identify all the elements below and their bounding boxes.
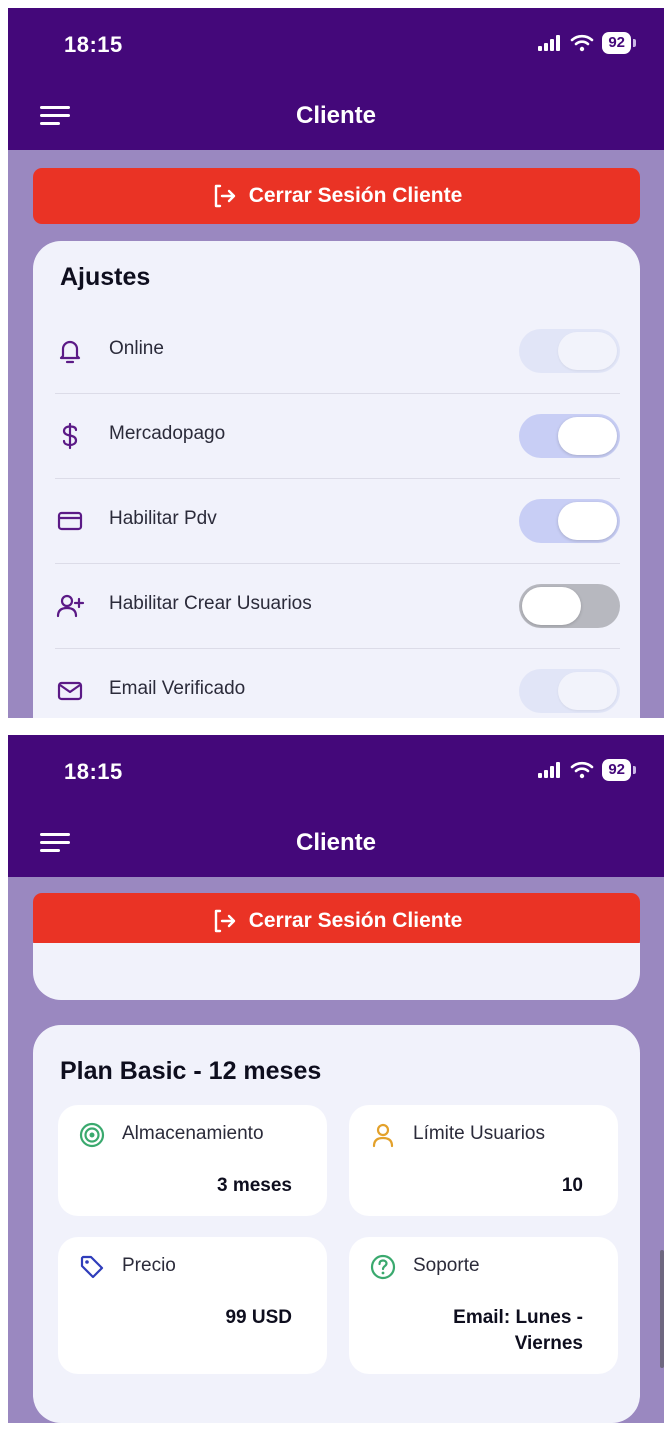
- tile-label: Soporte: [413, 1255, 480, 1276]
- tile-label: Límite Usuarios: [413, 1123, 545, 1144]
- setting-row-online: Online: [55, 309, 620, 394]
- toggle-knob: [558, 672, 617, 710]
- help-circle-icon: [370, 1254, 396, 1280]
- credit-card-icon: [57, 511, 83, 531]
- page-title: Cliente: [295, 102, 376, 129]
- logout-button[interactable]: Cerrar Sesión Cliente: [33, 168, 640, 224]
- settings-title: Ajustes: [60, 263, 151, 291]
- user-limit-tile: Límite Usuarios 10: [349, 1105, 618, 1216]
- toggle-knob: [522, 587, 581, 625]
- setting-row-email-verified: Email Verificado: [55, 649, 620, 718]
- setting-row-create-users: Habilitar Crear Usuarios: [55, 564, 620, 649]
- storage-tile: Almacenamiento 3 meses: [58, 1105, 327, 1216]
- dollar-icon: [62, 422, 78, 450]
- wifi-icon: [571, 761, 594, 779]
- status-time: 18:15: [64, 32, 123, 57]
- toggle-knob: [558, 417, 617, 455]
- logout-button[interactable]: Cerrar Sesión Cliente: [33, 893, 640, 949]
- tile-label: Precio: [122, 1255, 176, 1276]
- status-time: 18:15: [64, 759, 123, 784]
- battery-level: 92: [602, 32, 631, 54]
- online-toggle[interactable]: [519, 329, 620, 373]
- tile-value: 99 USD: [225, 1307, 292, 1328]
- tag-icon: [80, 1255, 104, 1279]
- page-title: Cliente: [295, 829, 376, 856]
- screen-plan: 18:15 92 Cliente Cerrar Sesión Cliente P…: [8, 735, 664, 1423]
- logout-icon: [214, 909, 235, 933]
- support-tile: Soporte Email: Lunes - Viernes: [349, 1237, 618, 1374]
- setting-row-pdv: Habilitar Pdv: [55, 479, 620, 564]
- mail-icon: [57, 681, 83, 701]
- status-icons: 92: [538, 32, 636, 54]
- price-tile: Precio 99 USD: [58, 1237, 327, 1374]
- battery-icon: [633, 766, 636, 774]
- pdv-toggle[interactable]: [519, 499, 620, 543]
- scroll-indicator[interactable]: [660, 1250, 664, 1368]
- logout-label: Cerrar Sesión Cliente: [248, 184, 463, 207]
- mercadopago-toggle[interactable]: [519, 414, 620, 458]
- wifi-icon: [571, 34, 594, 52]
- setting-label: Mercadopago: [109, 423, 226, 444]
- setting-label: Online: [109, 338, 164, 359]
- logout-icon: [214, 184, 235, 208]
- setting-label: Email Verificado: [109, 678, 246, 699]
- app-header: 18:15 92 Cliente: [8, 8, 664, 150]
- app-header: 18:15 92 Cliente: [8, 735, 664, 877]
- tile-label: Almacenamiento: [122, 1123, 264, 1144]
- toggle-knob: [558, 332, 617, 370]
- signal-icon: [538, 35, 561, 51]
- logout-label: Cerrar Sesión Cliente: [248, 909, 463, 932]
- battery-icon: [633, 39, 636, 47]
- user-icon: [372, 1123, 394, 1148]
- plan-title: Plan Basic - 12 meses: [60, 1057, 322, 1085]
- bell-icon: [59, 340, 81, 364]
- tile-value: Email: Lunes - Viernes: [453, 1307, 583, 1354]
- create-users-toggle[interactable]: [519, 584, 620, 628]
- previous-card-bottom: [33, 943, 640, 1000]
- tile-value: 10: [561, 1175, 583, 1196]
- tile-value: 3 meses: [216, 1175, 292, 1196]
- setting-label: Habilitar Pdv: [109, 508, 217, 529]
- setting-label: Habilitar Crear Usuarios: [109, 593, 312, 614]
- signal-icon: [538, 762, 561, 778]
- battery-level: 92: [602, 759, 631, 781]
- setting-row-mercadopago: Mercadopago: [55, 394, 620, 479]
- user-plus-icon: [56, 594, 85, 618]
- email-verified-toggle[interactable]: [519, 669, 620, 713]
- settings-card: Ajustes Online Mercadopago Habilitar Pdv…: [33, 241, 640, 718]
- status-icons: 92: [538, 759, 636, 781]
- plan-card: Plan Basic - 12 meses Almacenamiento 3 m…: [33, 1025, 640, 1423]
- screen-settings: 18:15 92 Cliente Cerrar Sesión Cliente A…: [8, 8, 664, 718]
- toggle-knob: [558, 502, 617, 540]
- target-icon: [79, 1122, 105, 1148]
